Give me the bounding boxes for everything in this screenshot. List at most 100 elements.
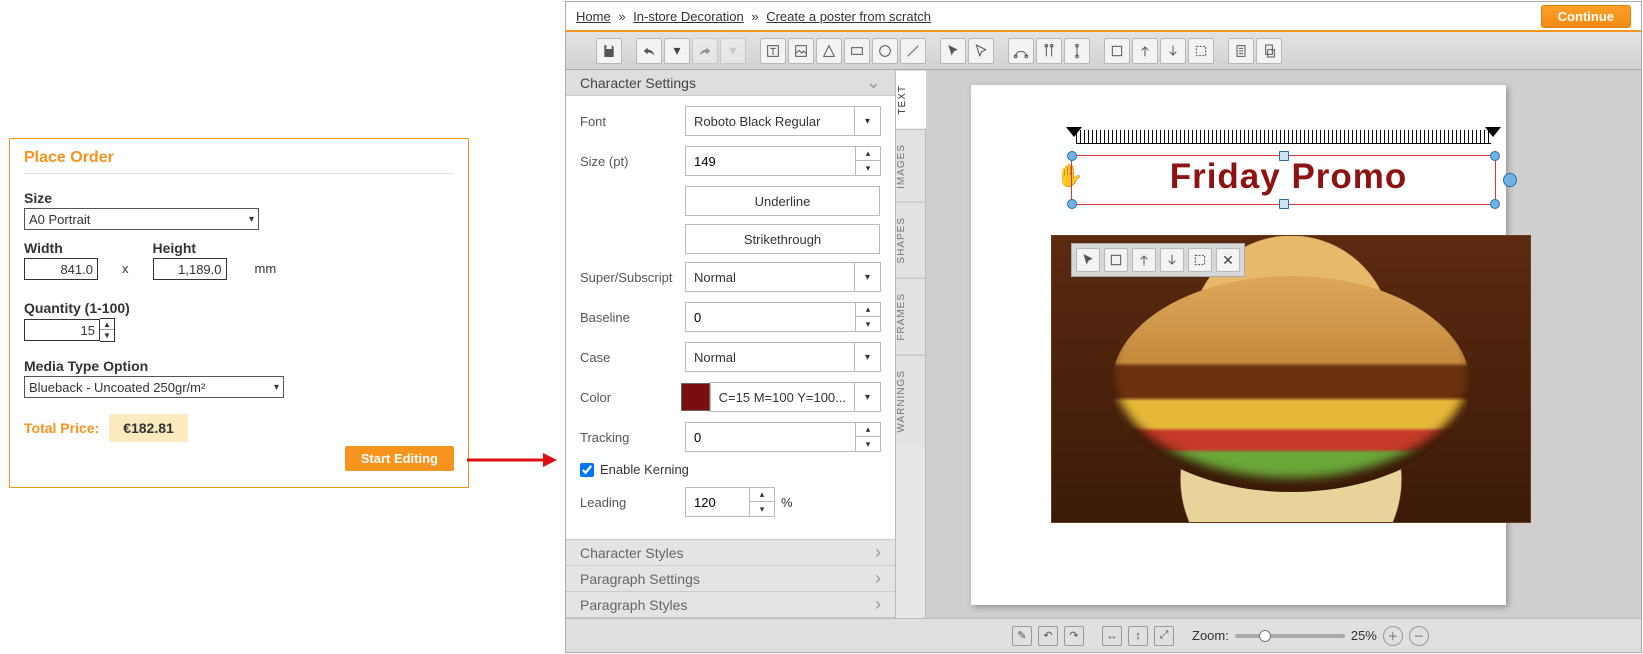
image-tool-icon[interactable] bbox=[788, 38, 814, 64]
ellipse-tool-icon[interactable] bbox=[872, 38, 898, 64]
tab-frames[interactable]: FRAMES bbox=[896, 278, 925, 355]
zoom-value: 25% bbox=[1351, 628, 1377, 643]
triangle-tool-icon[interactable] bbox=[816, 38, 842, 64]
tracking-input[interactable]: ▴▾ bbox=[685, 422, 881, 452]
rect-tool-icon[interactable] bbox=[844, 38, 870, 64]
breadcrumb: Home » In-store Decoration » Create a po… bbox=[566, 2, 1641, 32]
accordion-character-styles[interactable]: Character Styles bbox=[566, 540, 895, 566]
marquee-tool-icon[interactable] bbox=[1188, 38, 1214, 64]
sb-redo-icon[interactable]: ↷ bbox=[1064, 626, 1084, 646]
media-label: Media Type Option bbox=[24, 358, 454, 374]
ruler-icon bbox=[1076, 130, 1491, 144]
kerning-label: Enable Kerning bbox=[600, 462, 689, 477]
sb-undo-icon[interactable]: ↶ bbox=[1038, 626, 1058, 646]
baseline-input[interactable]: ▴▾ bbox=[685, 302, 881, 332]
size-select[interactable]: A0 Portrait bbox=[24, 208, 259, 230]
qty-label: Quantity (1-100) bbox=[24, 300, 454, 316]
dim-sep: x bbox=[122, 261, 129, 280]
sb-fit-icon[interactable]: ⤢ bbox=[1154, 626, 1174, 646]
zoom-label: Zoom: bbox=[1192, 628, 1229, 643]
fl-down-icon[interactable] bbox=[1160, 248, 1184, 272]
color-select[interactable]: C=15 M=100 Y=100... bbox=[710, 382, 881, 412]
tab-shapes[interactable]: SHAPES bbox=[896, 202, 925, 278]
redo-icon[interactable] bbox=[692, 38, 718, 64]
accordion-character-settings[interactable]: Character Settings bbox=[566, 70, 895, 96]
media-select[interactable]: Blueback - Uncoated 250gr/m² bbox=[24, 376, 284, 398]
color-swatch bbox=[681, 383, 710, 411]
dimensions: Width 841.0 x Height 1,189.0 mm bbox=[24, 240, 454, 280]
fl-select-icon[interactable] bbox=[1076, 248, 1100, 272]
select-tool-icon[interactable] bbox=[940, 38, 966, 64]
start-editing-button[interactable]: Start Editing bbox=[345, 446, 454, 471]
path-tool-icon[interactable] bbox=[1008, 38, 1034, 64]
font-select[interactable]: Roboto Black Regular bbox=[685, 106, 881, 136]
place-order-title: Place Order bbox=[24, 149, 454, 174]
arrow-up-icon[interactable] bbox=[1132, 38, 1158, 64]
paste-icon[interactable] bbox=[1256, 38, 1282, 64]
tab-warnings[interactable]: WARNINGS bbox=[896, 355, 925, 447]
fontsize-label: Size (pt) bbox=[580, 154, 685, 169]
zoom-in-icon[interactable]: ＋ bbox=[1383, 626, 1403, 646]
accordion-paragraph-styles[interactable]: Paragraph Styles bbox=[566, 592, 895, 618]
fl-close-icon[interactable]: ✕ bbox=[1216, 248, 1240, 272]
strikethrough-button[interactable]: Strikethrough bbox=[685, 224, 880, 254]
qty-spinner[interactable]: ▲▼ bbox=[100, 318, 115, 342]
sb-fitw-icon[interactable]: ↔ bbox=[1102, 626, 1122, 646]
undo-icon[interactable] bbox=[636, 38, 662, 64]
vertical-tabs: TEXT IMAGES SHAPES FRAMES WARNINGS bbox=[896, 70, 926, 618]
sb-edit-icon[interactable]: ✎ bbox=[1012, 626, 1032, 646]
poster-page[interactable]: ✋ Friday Promo bbox=[971, 85, 1506, 605]
fl-up-icon[interactable] bbox=[1132, 248, 1156, 272]
fontsize-input[interactable]: ▴▾ bbox=[685, 146, 881, 176]
text-tool-icon[interactable] bbox=[760, 38, 786, 64]
qty-input[interactable]: 15 bbox=[24, 319, 100, 341]
side-panel: Character Settings Font Roboto Black Reg… bbox=[566, 70, 896, 618]
save-icon[interactable] bbox=[596, 38, 622, 64]
width-label: Width bbox=[24, 240, 98, 256]
height-label: Height bbox=[153, 240, 227, 256]
tab-text[interactable]: TEXT bbox=[896, 70, 926, 129]
underline-button[interactable]: Underline bbox=[685, 186, 880, 216]
redo-dropdown-icon[interactable]: ▾ bbox=[720, 38, 746, 64]
arrow-down-icon[interactable] bbox=[1160, 38, 1186, 64]
bc-create[interactable]: Create a poster from scratch bbox=[766, 9, 931, 24]
place-order-panel: Place Order Size A0 Portrait Width 841.0… bbox=[9, 138, 469, 488]
burger-image[interactable] bbox=[1051, 235, 1531, 523]
line-tool-icon[interactable] bbox=[900, 38, 926, 64]
canvas-area[interactable]: ✋ Friday Promo bbox=[926, 70, 1641, 618]
main-toolbar: ▾ ▾ bbox=[566, 32, 1641, 70]
floating-toolbar: ✕ bbox=[1071, 243, 1245, 277]
fl-frame-icon[interactable] bbox=[1104, 248, 1128, 272]
case-select[interactable]: Normal bbox=[685, 342, 881, 372]
sb-fith-icon[interactable]: ↕ bbox=[1128, 626, 1148, 646]
bc-instore[interactable]: In-store Decoration bbox=[633, 9, 744, 24]
supersub-label: Super/Subscript bbox=[580, 270, 685, 285]
font-label: Font bbox=[580, 114, 685, 129]
frame-tool-icon[interactable] bbox=[1104, 38, 1130, 64]
tab-images[interactable]: IMAGES bbox=[896, 129, 925, 203]
kerning-checkbox[interactable] bbox=[580, 463, 594, 477]
undo-dropdown-icon[interactable]: ▾ bbox=[664, 38, 690, 64]
direct-select-tool-icon[interactable] bbox=[968, 38, 994, 64]
fl-marquee-icon[interactable] bbox=[1188, 248, 1212, 272]
accordion-paragraph-settings[interactable]: Paragraph Settings bbox=[566, 566, 895, 592]
headline-text[interactable]: Friday Promo bbox=[1081, 157, 1496, 203]
zoom-out-icon[interactable]: － bbox=[1409, 626, 1429, 646]
zoom-slider[interactable] bbox=[1235, 634, 1345, 638]
media-value: Blueback - Uncoated 250gr/m² bbox=[29, 380, 205, 395]
size-value: A0 Portrait bbox=[29, 212, 90, 227]
continue-button[interactable]: Continue bbox=[1541, 5, 1631, 28]
vgap-tool-icon[interactable] bbox=[1036, 38, 1062, 64]
clipboard-icon[interactable] bbox=[1228, 38, 1254, 64]
bc-home[interactable]: Home bbox=[576, 9, 611, 24]
supersub-select[interactable]: Normal bbox=[685, 262, 881, 292]
height-input[interactable]: 1,189.0 bbox=[153, 258, 227, 280]
width-input[interactable]: 841.0 bbox=[24, 258, 98, 280]
tracking-label: Tracking bbox=[580, 430, 685, 445]
total-price-value: €182.81 bbox=[109, 414, 188, 442]
vline-tool-icon[interactable] bbox=[1064, 38, 1090, 64]
size-label: Size bbox=[24, 190, 454, 206]
total-price-label: Total Price: bbox=[24, 420, 99, 436]
unit-label: mm bbox=[251, 261, 277, 280]
leading-input[interactable]: ▴▾ bbox=[685, 487, 775, 517]
